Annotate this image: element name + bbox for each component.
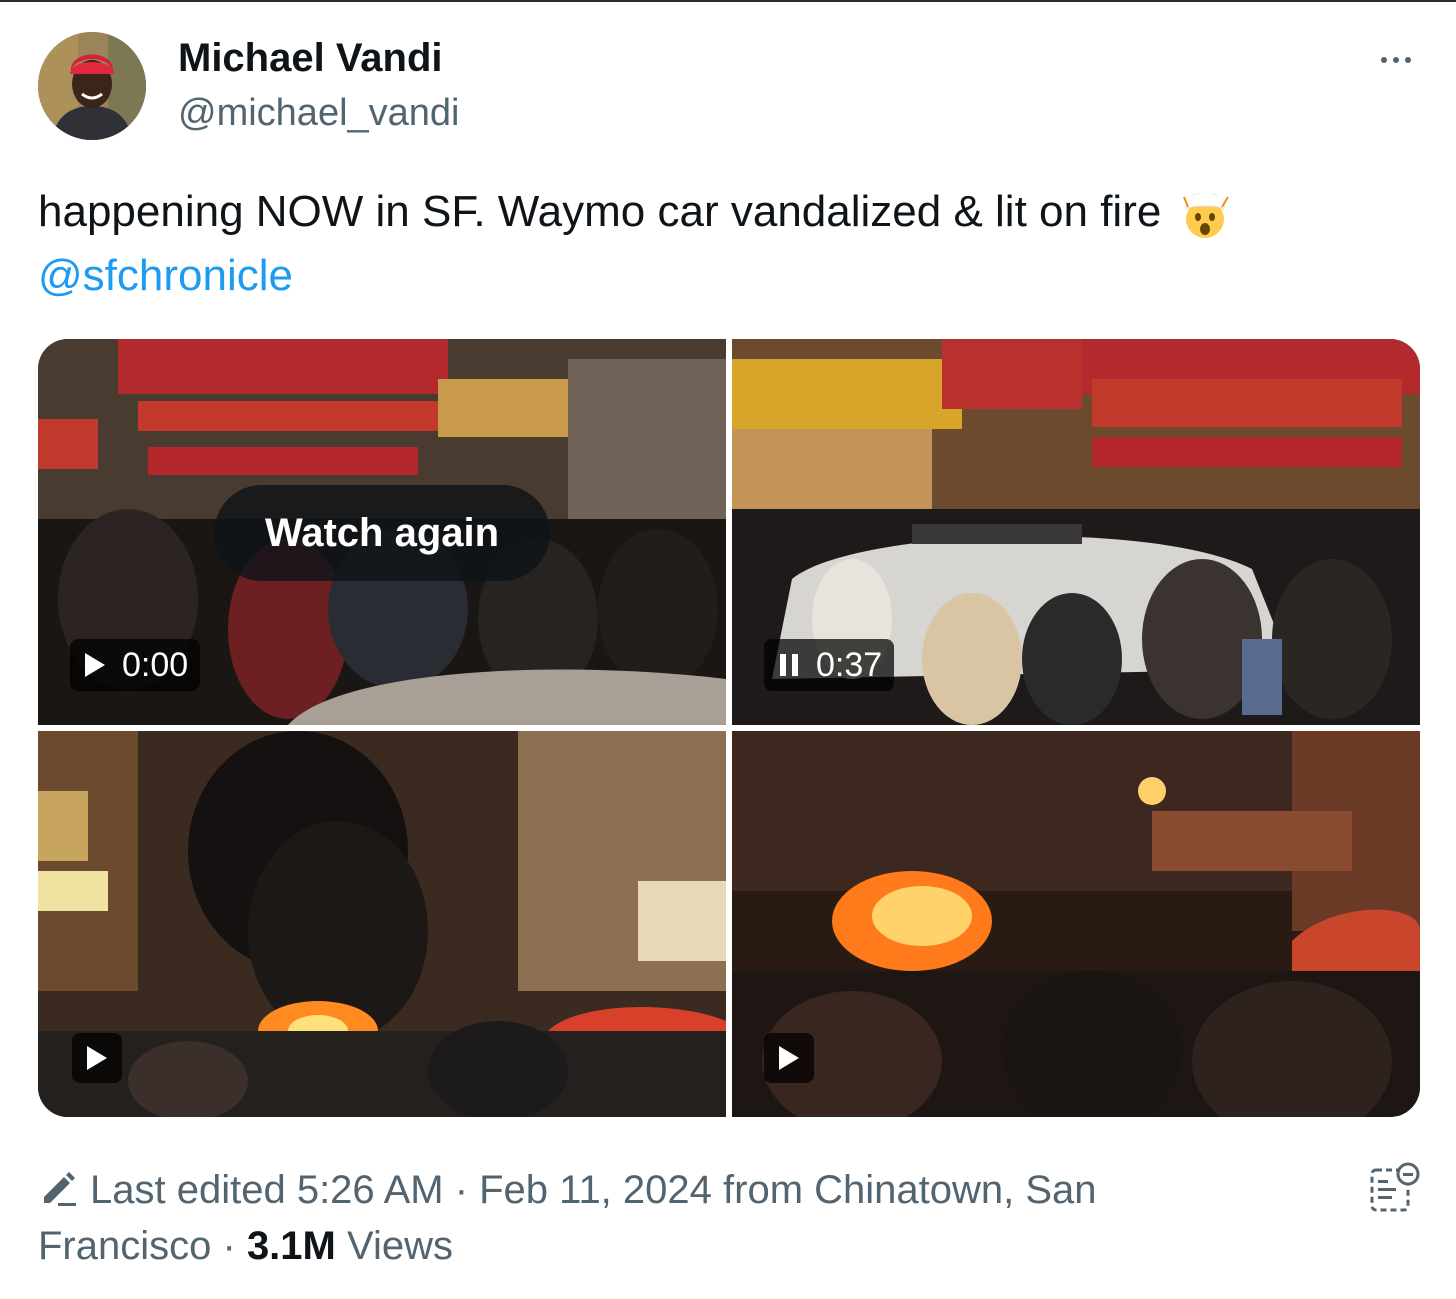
play-button[interactable] xyxy=(72,1033,122,1083)
mention-link[interactable]: @sfchronicle xyxy=(38,251,293,300)
video-time: 0:00 xyxy=(122,645,189,684)
top-divider xyxy=(0,0,1456,2)
author-display-name[interactable]: Michael Vandi xyxy=(178,36,443,81)
play-button[interactable] xyxy=(764,1033,814,1083)
edited-timestamp[interactable]: Last edited 5:26 AM · Feb 11, 2024 from … xyxy=(38,1168,1097,1268)
media-grid: Watch again 0:00 0:37 xyxy=(38,339,1420,1117)
video-tile-4[interactable] xyxy=(732,731,1420,1117)
author-handle[interactable]: @michael_vandi xyxy=(178,92,460,135)
video-tile-3[interactable] xyxy=(38,731,726,1117)
video-thumbnail xyxy=(732,731,1420,1117)
exploding-head-emoji xyxy=(1182,189,1229,239)
video-time-badge[interactable]: 0:37 xyxy=(764,639,895,691)
video-tile-2[interactable]: 0:37 xyxy=(732,339,1420,725)
watch-again-button[interactable]: Watch again xyxy=(214,485,550,581)
pencil-icon xyxy=(44,1172,76,1206)
video-tile-1[interactable]: Watch again 0:00 xyxy=(38,339,726,725)
tweet-metadata: Last edited 5:26 AM · Feb 11, 2024 from … xyxy=(38,1162,1238,1274)
pause-icon xyxy=(780,654,798,676)
views-label: Views xyxy=(335,1224,453,1268)
video-time: 0:37 xyxy=(816,645,883,684)
video-time-badge[interactable]: 0:00 xyxy=(70,639,201,691)
play-icon xyxy=(779,1046,799,1070)
community-notes-icon[interactable] xyxy=(1366,1160,1422,1216)
avatar-photo xyxy=(38,32,146,140)
play-icon xyxy=(85,653,105,677)
more-options-icon xyxy=(1378,57,1414,63)
tweet-text: happening NOW in SF. Waymo car vandalize… xyxy=(38,180,1418,308)
more-options-button[interactable] xyxy=(1372,40,1420,80)
views-count: 3.1M xyxy=(246,1224,336,1268)
tweet-body: happening NOW in SF. Waymo car vandalize… xyxy=(38,187,1162,236)
author-avatar[interactable] xyxy=(38,32,146,140)
video-thumbnail xyxy=(38,731,726,1117)
play-icon xyxy=(87,1046,107,1070)
